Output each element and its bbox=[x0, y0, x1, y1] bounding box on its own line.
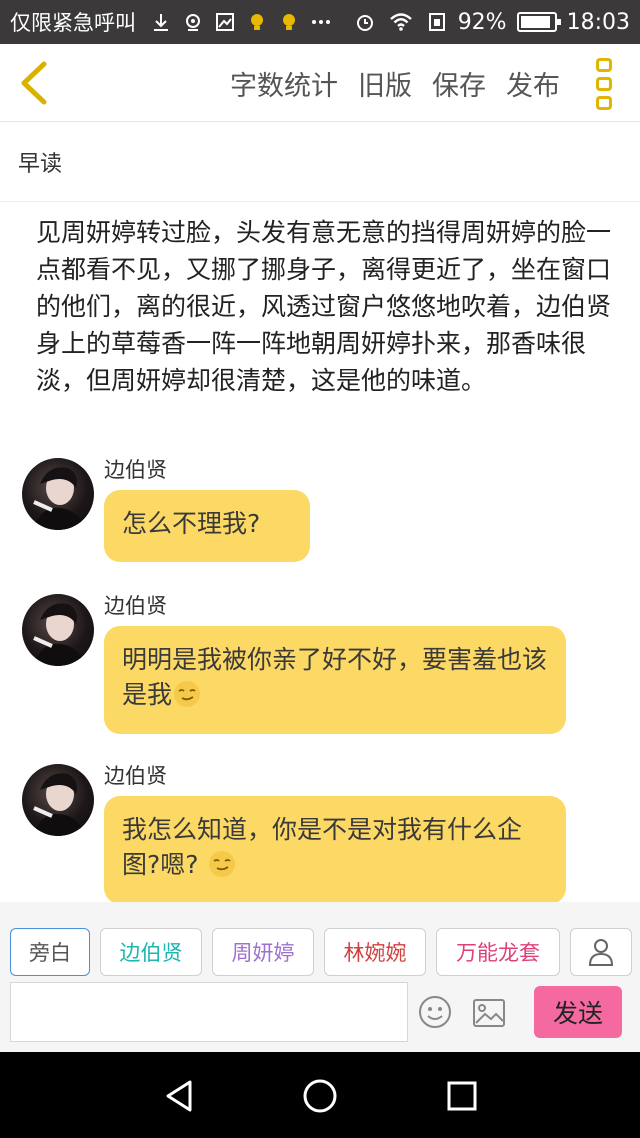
role-tabs: 旁白 边伯贤 周妍婷 林婉婉 万能龙套 bbox=[10, 928, 632, 976]
chevron-left-icon[interactable] bbox=[14, 58, 58, 108]
role-tab-zhou-yanting[interactable]: 周妍婷 bbox=[212, 928, 314, 976]
carrier-text: 仅限紧急呼叫 bbox=[10, 11, 136, 35]
message-input[interactable] bbox=[10, 982, 408, 1042]
message-bubble[interactable]: 我怎么知道，你是不是对我有什么企图?嗯? bbox=[104, 796, 566, 904]
smiley-icon[interactable] bbox=[418, 995, 452, 1029]
location-icon bbox=[186, 14, 200, 31]
narration-text: 见周妍婷转过脸，头发有意无意的挡得周妍婷的脸一点都看不见，又挪了挪身子，离得更近… bbox=[36, 218, 612, 395]
download-icon bbox=[154, 14, 168, 31]
avatar bbox=[22, 594, 94, 666]
message-text: 怎么不理我? bbox=[122, 509, 261, 538]
composer-panel: 旁白 边伯贤 周妍婷 林婉婉 万能龙套 发送 bbox=[0, 902, 640, 1052]
chat-message[interactable]: 边伯贤 怎么不理我? bbox=[22, 458, 622, 570]
bulb-icon bbox=[283, 14, 295, 30]
smirk-emoji bbox=[174, 681, 201, 707]
role-tab-lin-wanwan[interactable]: 林婉婉 bbox=[324, 928, 426, 976]
avatar-image bbox=[32, 467, 88, 530]
chat-message[interactable]: 边伯贤 明明是我被你亲了好不好，要害羞也该是我 bbox=[22, 594, 622, 744]
chapter-title[interactable]: 早读 bbox=[0, 122, 640, 202]
role-tab-extra[interactable]: 万能龙套 bbox=[436, 928, 560, 976]
menu-dot bbox=[596, 58, 612, 72]
battery-icon bbox=[516, 12, 561, 32]
message-bubble[interactable]: 怎么不理我? bbox=[104, 490, 310, 562]
battery-percent: 92% bbox=[457, 9, 507, 35]
avatar-image bbox=[32, 773, 88, 836]
chat-message[interactable]: 边伯贤 我怎么知道，你是不是对我有什么企图?嗯? bbox=[22, 764, 622, 904]
sim-icon bbox=[428, 13, 445, 31]
more-notifications-icon bbox=[312, 20, 330, 24]
speaker-name: 边伯贤 bbox=[104, 594, 167, 618]
add-role-button[interactable] bbox=[570, 928, 632, 976]
word-count-button[interactable]: 字数统计 bbox=[230, 64, 338, 103]
speaker-name: 边伯贤 bbox=[104, 764, 167, 788]
message-bubble[interactable]: 明明是我被你亲了好不好，要害羞也该是我 bbox=[104, 626, 566, 734]
save-button[interactable]: 保存 bbox=[432, 64, 486, 103]
back-triangle-icon[interactable] bbox=[160, 1076, 200, 1116]
smirk-emoji bbox=[208, 851, 235, 877]
home-circle-icon[interactable] bbox=[300, 1076, 340, 1116]
status-bar: 仅限紧急呼叫 92% 18:03 bbox=[0, 0, 640, 44]
recents-square-icon[interactable] bbox=[442, 1076, 482, 1116]
battery-level bbox=[520, 16, 551, 28]
vertical-menu-icon[interactable] bbox=[596, 58, 614, 110]
avatar bbox=[22, 764, 94, 836]
alarm-icon bbox=[356, 15, 373, 31]
send-button[interactable]: 发送 bbox=[534, 986, 622, 1038]
message-text: 我怎么知道，你是不是对我有什么企图?嗯? bbox=[122, 815, 523, 879]
bulb-icon bbox=[251, 14, 263, 30]
person-icon bbox=[588, 939, 614, 966]
wifi-icon bbox=[389, 13, 412, 31]
role-tab-bian-boxian[interactable]: 边伯贤 bbox=[100, 928, 202, 976]
app-header: 字数统计 旧版 保存 发布 bbox=[0, 44, 640, 122]
avatar-image bbox=[32, 603, 88, 666]
system-nav-bar bbox=[0, 1052, 640, 1138]
menu-dot bbox=[596, 96, 612, 110]
old-version-button[interactable]: 旧版 bbox=[358, 64, 412, 103]
chapter-title-text: 早读 bbox=[18, 151, 63, 177]
clock: 18:03 bbox=[566, 9, 630, 35]
publish-button[interactable]: 发布 bbox=[506, 64, 560, 103]
speaker-name: 边伯贤 bbox=[104, 458, 167, 482]
role-tab-narrator[interactable]: 旁白 bbox=[10, 928, 90, 976]
menu-dot bbox=[596, 77, 612, 91]
avatar bbox=[22, 458, 94, 530]
header-actions: 字数统计 旧版 保存 发布 bbox=[230, 44, 560, 122]
picture-icon[interactable] bbox=[472, 998, 506, 1028]
image-icon bbox=[216, 13, 234, 31]
